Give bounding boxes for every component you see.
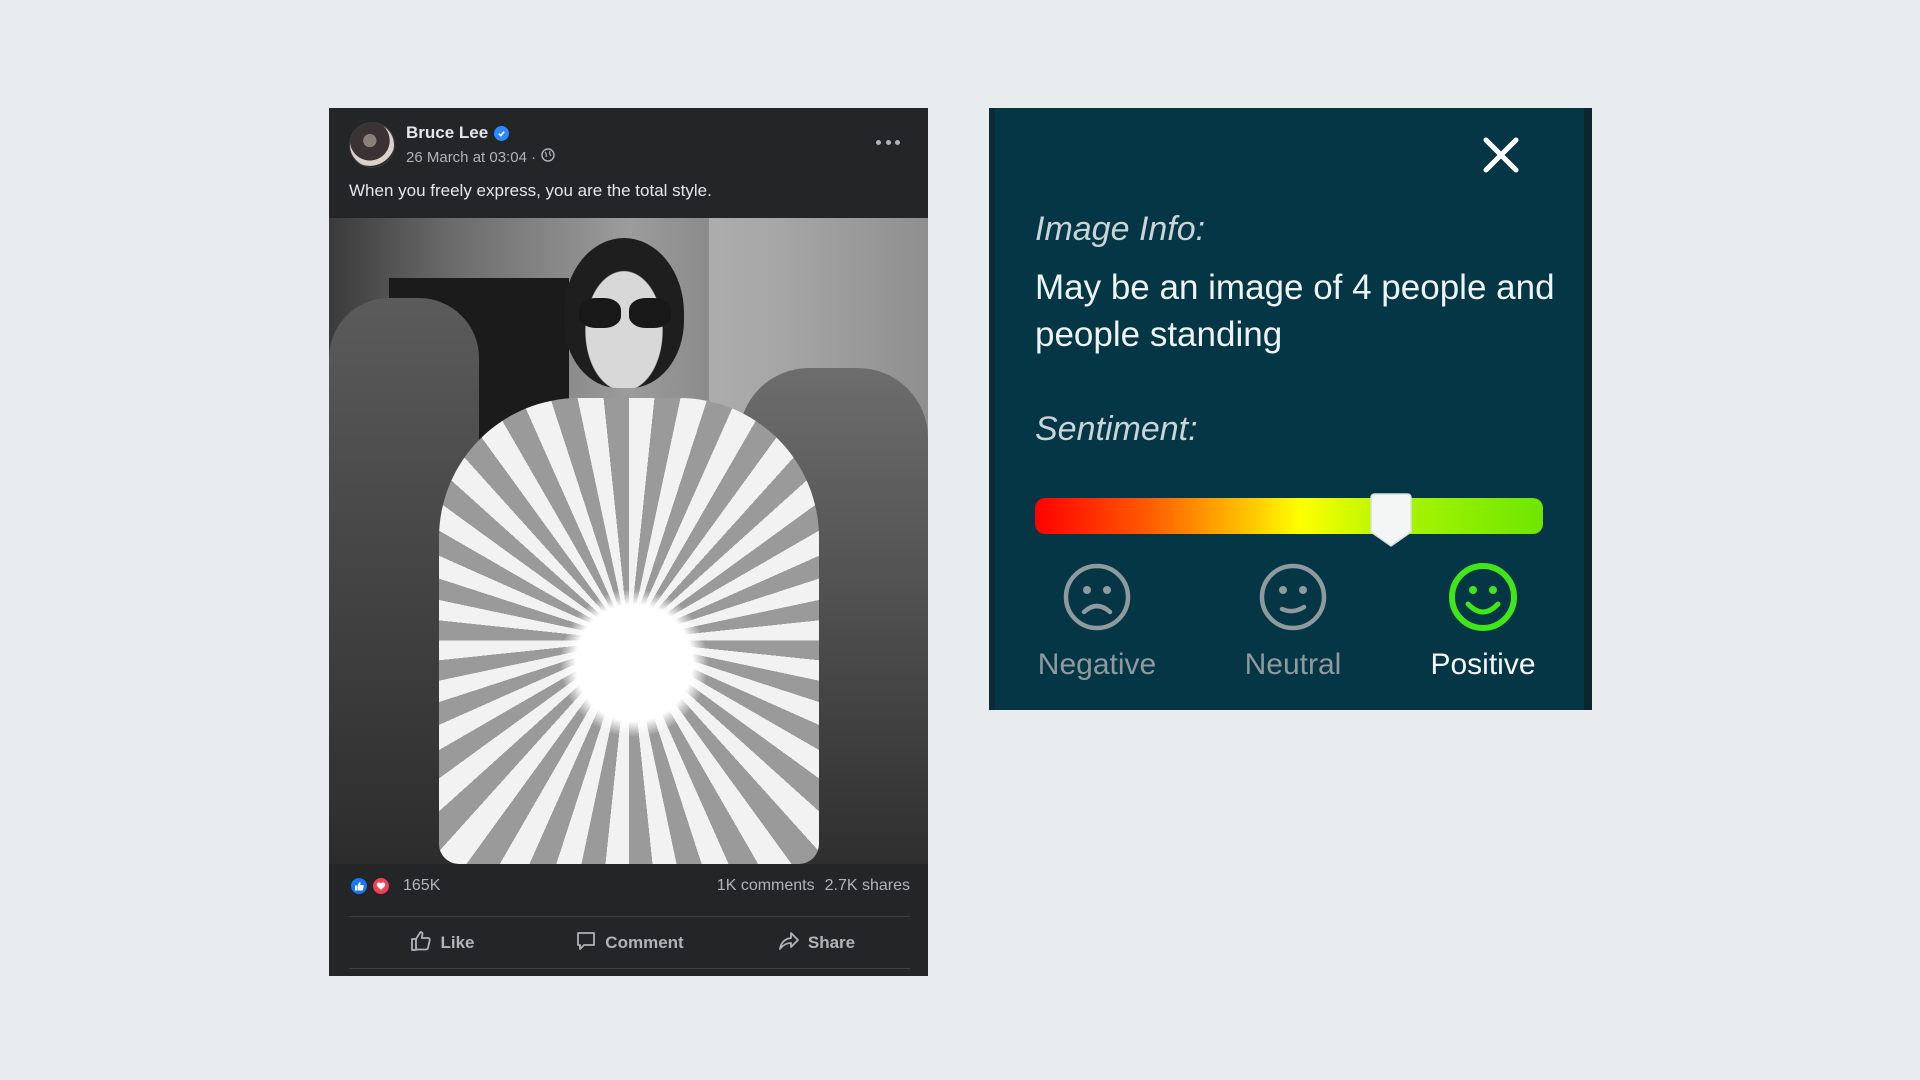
thumbs-up-icon bbox=[410, 930, 432, 957]
author-avatar[interactable] bbox=[349, 122, 395, 168]
post-meta: 26 March at 03:04 · bbox=[406, 148, 555, 166]
sentiment-smile-face-icon[interactable] bbox=[1448, 562, 1518, 632]
author-line: Bruce Lee bbox=[406, 123, 510, 143]
sentiment-scale[interactable] bbox=[1035, 498, 1543, 534]
divider bbox=[349, 968, 910, 969]
image-info-panel: Image Info: May be an image of 4 people … bbox=[989, 108, 1592, 710]
more-options-icon[interactable] bbox=[876, 132, 900, 152]
sentiment-slider-thumb[interactable] bbox=[1369, 492, 1413, 548]
like-reaction-icon bbox=[349, 876, 369, 896]
share-icon bbox=[778, 930, 800, 957]
post-photo[interactable] bbox=[329, 218, 928, 864]
sentiment-frown-face-icon[interactable] bbox=[1062, 562, 1132, 632]
sentiment-label: Sentiment: bbox=[1035, 410, 1198, 448]
image-info-text: May be an image of 4 people and people s… bbox=[1035, 268, 1555, 354]
facebook-post-card: Bruce Lee 26 March at 03:04 · When you f… bbox=[329, 108, 928, 976]
globe-icon bbox=[541, 148, 555, 166]
divider bbox=[349, 916, 910, 917]
post-stats: 1K comments 2.7K shares bbox=[717, 877, 910, 895]
post-actions: Like Comment Share bbox=[349, 918, 910, 968]
verified-badge-icon bbox=[494, 125, 510, 141]
comment-label: Comment bbox=[605, 933, 684, 952]
share-label: Share bbox=[807, 933, 856, 952]
love-reaction-icon bbox=[371, 876, 391, 896]
sentiment-option-label[interactable]: Positive bbox=[1383, 648, 1583, 682]
comment-icon bbox=[575, 930, 597, 957]
sentiment-option-label[interactable]: Neutral bbox=[1193, 648, 1393, 682]
like-label: Like bbox=[440, 933, 475, 952]
author-name[interactable]: Bruce Lee bbox=[406, 123, 488, 143]
sentiment-neutral-face-icon[interactable] bbox=[1258, 562, 1328, 632]
image-info-label: Image Info: bbox=[1035, 210, 1206, 248]
reaction-icons[interactable] bbox=[349, 876, 393, 896]
like-button[interactable]: Like bbox=[349, 918, 536, 968]
shares-count[interactable]: 2.7K shares bbox=[825, 877, 910, 895]
sentiment-option-label[interactable]: Negative bbox=[997, 648, 1197, 682]
share-button[interactable]: Share bbox=[723, 918, 910, 968]
reactions-row: 165K 1K comments 2.7K shares bbox=[349, 874, 910, 898]
post-timestamp[interactable]: 26 March at 03:04 · bbox=[406, 149, 536, 166]
post-header: Bruce Lee 26 March at 03:04 · bbox=[349, 122, 908, 168]
reaction-count[interactable]: 165K bbox=[403, 877, 440, 895]
post-caption: When you freely express, you are the tot… bbox=[349, 181, 712, 200]
comment-button[interactable]: Comment bbox=[536, 918, 723, 968]
close-icon[interactable] bbox=[1478, 132, 1524, 178]
comments-count[interactable]: 1K comments bbox=[717, 877, 815, 895]
